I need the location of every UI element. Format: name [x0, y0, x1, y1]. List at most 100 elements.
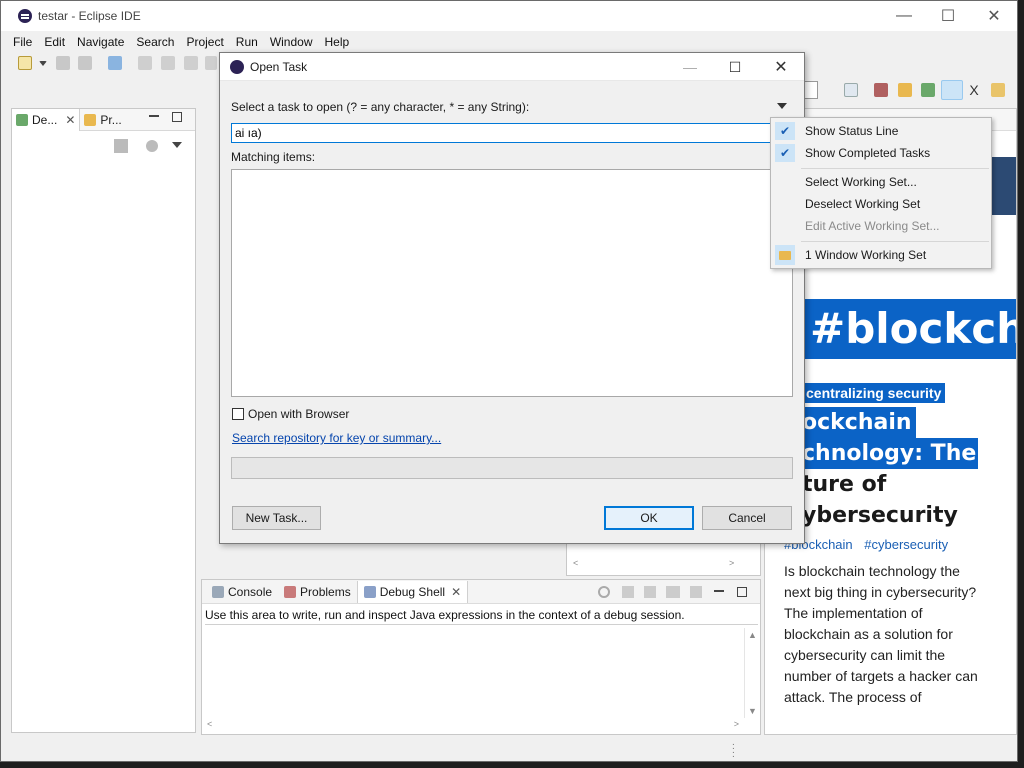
new-icon[interactable]: [18, 56, 32, 70]
menu-item-select-working-set[interactable]: Select Working Set...: [771, 171, 991, 193]
close-icon[interactable]: ✕: [451, 585, 461, 599]
menu-file[interactable]: File: [7, 35, 38, 49]
menu-item-show-completed-tasks[interactable]: ✔ Show Completed Tasks: [771, 142, 991, 164]
debug-shell-hint: Use this area to write, run and inspect …: [205, 608, 685, 622]
scroll-left-icon[interactable]: <: [207, 719, 212, 729]
xml-perspective-icon[interactable]: X: [967, 83, 981, 97]
display-icon[interactable]: [644, 586, 656, 598]
menu-item-label: Edit Active Working Set...: [805, 219, 940, 233]
skip-breakpoints-icon[interactable]: [108, 56, 122, 70]
bug-icon: [16, 113, 28, 126]
tag-link[interactable]: #cybersecurity: [864, 537, 948, 552]
open-with-browser-checkbox[interactable]: [232, 408, 244, 420]
scroll-right-icon[interactable]: >: [729, 558, 734, 568]
cancel-button[interactable]: Cancel: [702, 506, 792, 530]
debug-threads-icon[interactable]: [146, 140, 158, 152]
progress-bar: [231, 457, 793, 479]
vertical-scrollbar[interactable]: ▲ ▼: [744, 628, 758, 718]
minimize-view-icon[interactable]: [714, 590, 724, 592]
close-icon[interactable]: ✕: [65, 113, 75, 127]
close-button[interactable]: ✕: [971, 1, 1017, 31]
menu-project[interactable]: Project: [180, 35, 229, 49]
menu-separator: [801, 241, 989, 242]
menu-item-window-working-set[interactable]: 1 Window Working Set: [771, 244, 991, 266]
resource-perspective-icon[interactable]: [898, 83, 912, 97]
matching-items-label: Matching items:: [231, 150, 316, 164]
inspect-icon[interactable]: [622, 586, 634, 598]
scroll-up-icon[interactable]: ▲: [748, 630, 757, 640]
tab-problems[interactable]: Problems: [278, 581, 357, 603]
debug-shell-editor[interactable]: [205, 624, 758, 724]
console-tabs: Console Problems Debug Shell ✕: [202, 580, 760, 604]
suspend-icon[interactable]: [161, 56, 175, 70]
new-task-button[interactable]: New Task...: [232, 506, 321, 530]
maximize-button[interactable]: ☐: [925, 1, 971, 31]
task-prompt-label: Select a task to open (? = any character…: [231, 100, 530, 114]
ok-button[interactable]: OK: [604, 506, 694, 530]
variables-view-panel: < >: [566, 541, 761, 576]
blog-body: Is blockchain technology the next big th…: [784, 563, 978, 705]
menu-window[interactable]: Window: [264, 35, 319, 49]
tab-console-label: Console: [228, 584, 273, 599]
search-icon[interactable]: [598, 586, 610, 598]
terminate-icon[interactable]: [184, 56, 198, 70]
blog-headline-line-2: chnology: The: [802, 438, 979, 469]
chevron-down-icon[interactable]: [39, 61, 47, 66]
folder-icon: [84, 113, 97, 126]
remove-all-terminated-icon[interactable]: [114, 139, 128, 153]
menu-item-deselect-working-set[interactable]: Deselect Working Set: [771, 193, 991, 215]
dialog-title: Open Task: [250, 59, 308, 74]
java-ee-perspective-icon[interactable]: [874, 83, 888, 97]
menu-navigate[interactable]: Navigate: [71, 35, 130, 49]
eclipse-icon: [18, 9, 32, 23]
menu-item-label: Select Working Set...: [805, 175, 917, 189]
menu-search[interactable]: Search: [130, 35, 180, 49]
blog-tags: #blockchain #cybersecurity: [784, 537, 956, 552]
view-menu-chevron-icon[interactable]: [777, 103, 787, 109]
menu-bar: File Edit Navigate Search Project Run Wi…: [1, 32, 1017, 52]
disconnect-icon[interactable]: [205, 56, 217, 70]
folder-icon: [775, 245, 795, 265]
matching-items-list[interactable]: [231, 169, 793, 397]
dialog-close-button[interactable]: ✕: [759, 53, 803, 81]
menu-edit[interactable]: Edit: [38, 35, 71, 49]
checkmark-icon: ✔: [775, 144, 795, 162]
debug-perspective-icon[interactable]: [941, 80, 963, 100]
save-icon[interactable]: [56, 56, 70, 70]
open-perspective-icon[interactable]: [844, 83, 858, 97]
task-search-input[interactable]: [231, 123, 781, 143]
maximize-view-icon[interactable]: [737, 587, 747, 597]
tab-project-explorer[interactable]: Pr...: [80, 109, 125, 131]
menu-run[interactable]: Run: [230, 35, 264, 49]
view-menu-icon[interactable]: [172, 142, 182, 148]
menu-item-show-status-line[interactable]: ✔ Show Status Line: [771, 120, 991, 142]
dialog-minimize-button[interactable]: —: [668, 53, 712, 81]
scroll-right-icon[interactable]: >: [734, 719, 739, 729]
tab-console[interactable]: Console: [206, 581, 278, 603]
git-perspective-icon[interactable]: [921, 83, 935, 97]
tab-debug[interactable]: De... ✕: [12, 108, 81, 131]
team-perspective-icon[interactable]: [991, 83, 1005, 97]
minimize-button[interactable]: —: [881, 1, 927, 31]
blog-headline-line-4: ybersecurity: [802, 503, 958, 528]
maximize-view-icon[interactable]: [172, 112, 182, 122]
menu-item-label: 1 Window Working Set: [805, 248, 927, 262]
scroll-left-icon[interactable]: <: [573, 558, 578, 568]
window-title: testar - Eclipse IDE: [38, 9, 141, 23]
scroll-down-icon[interactable]: ▼: [748, 706, 757, 716]
minimize-view-icon[interactable]: [149, 115, 159, 117]
dialog-maximize-button[interactable]: ☐: [713, 53, 757, 81]
tab-debug-shell[interactable]: Debug Shell ✕: [356, 580, 469, 603]
clear-icon[interactable]: [690, 586, 702, 598]
horizontal-scrollbar[interactable]: < >: [205, 718, 743, 732]
menu-help[interactable]: Help: [319, 35, 356, 49]
dialog-view-menu: ✔ Show Status Line ✔ Show Completed Task…: [770, 117, 992, 269]
resize-grip[interactable]: ....: [732, 738, 735, 760]
save-all-icon[interactable]: [78, 56, 92, 70]
search-repository-link[interactable]: Search repository for key or summary...: [232, 431, 441, 445]
checkmark-icon: ✔: [775, 122, 795, 140]
blog-title: #blockchai: [802, 299, 1016, 359]
resume-icon[interactable]: [138, 56, 152, 70]
execute-icon[interactable]: [666, 586, 680, 598]
open-with-browser-label[interactable]: Open with Browser: [248, 407, 349, 421]
